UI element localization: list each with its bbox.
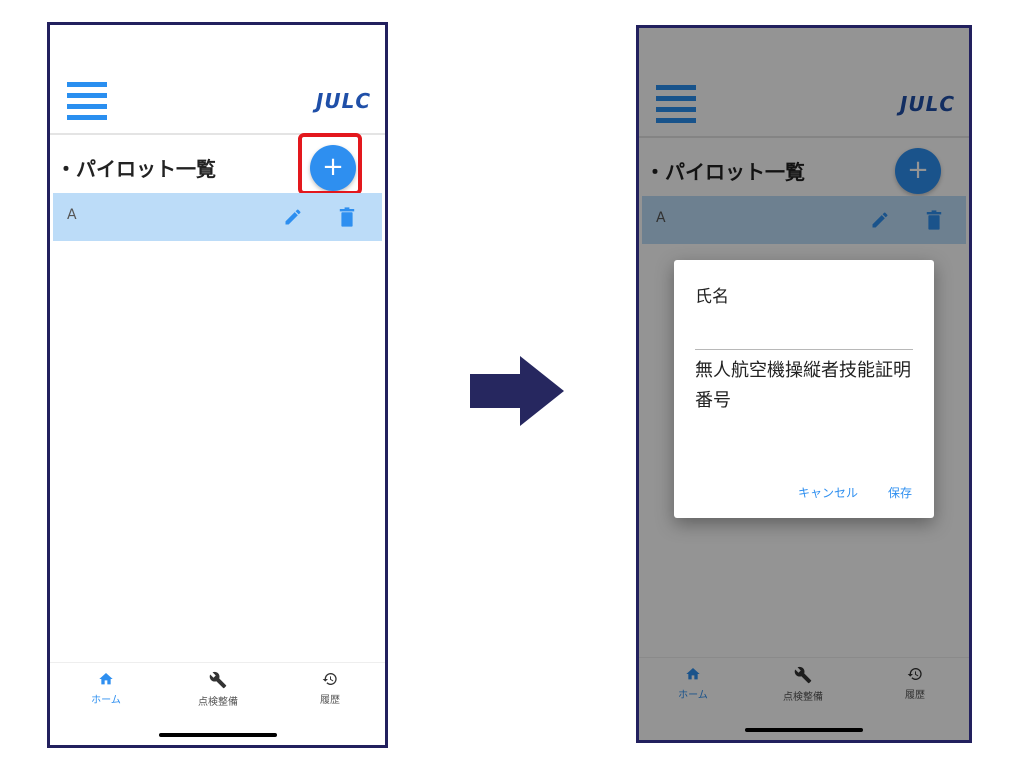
phone-screen-dialog: JULC ・パイロット一覧 + A ホーム 点検整備 履歴 氏名 無人航空機操縦… [636,25,972,743]
page-title: ・パイロット一覧 [56,157,216,181]
bottom-nav: ホーム 点検整備 履歴 [50,662,385,745]
list-item[interactable]: A [53,193,382,241]
edit-icon[interactable] [283,207,303,227]
nav-item-inspection[interactable]: 点検整備 [178,671,258,708]
nav-item-home[interactable]: ホーム [66,671,146,706]
arrow-right-icon [470,356,564,426]
history-icon [322,673,337,685]
highlight-box [298,133,362,195]
nav-label-inspection: 点検整備 [198,697,238,708]
nav-label-history: 履歴 [320,695,340,706]
license-number-field[interactable]: 無人航空機操縦者技能証明番号 [695,356,915,416]
name-field-underline [695,349,913,350]
app-logo: JULC [315,89,371,113]
home-icon [99,673,113,685]
phone-screen-list: JULC ・パイロット一覧 + A ホーム 点検整備 履歴 [47,22,388,748]
pilot-name: A [67,207,77,223]
name-field[interactable]: 氏名 [695,282,729,307]
cancel-button[interactable]: キャンセル [798,484,858,501]
wrench-icon [209,671,227,689]
home-indicator [158,733,277,737]
app-header: JULC [50,25,385,135]
delete-icon[interactable] [339,207,355,227]
nav-label-home: ホーム [91,695,121,706]
save-button[interactable]: 保存 [888,484,912,501]
menu-icon[interactable] [67,82,107,120]
nav-item-history[interactable]: 履歴 [290,671,370,706]
add-pilot-dialog: 氏名 無人航空機操縦者技能証明番号 キャンセル 保存 [674,260,934,518]
